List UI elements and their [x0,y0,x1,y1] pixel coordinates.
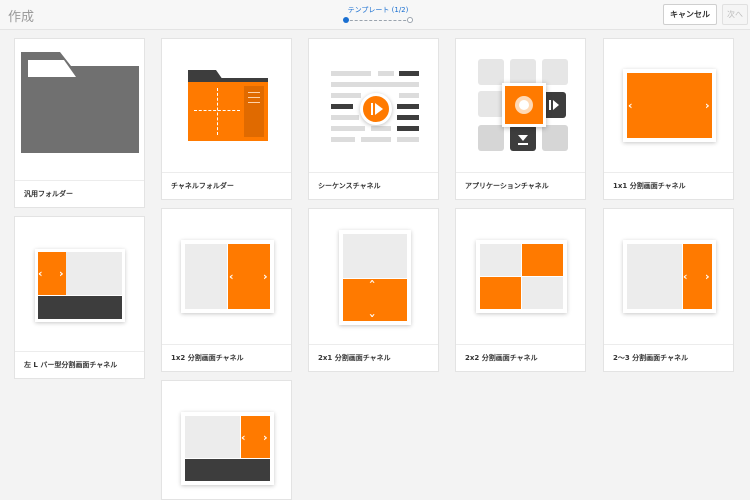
step-dot-current [343,17,349,23]
template-card-channel-folder[interactable]: チャネルフォルダー [161,38,292,200]
split-2-3-icon: ‹ › [623,240,716,313]
chevron-right-icon: › [263,431,268,444]
template-label: 1x2 分割画面チャネル [162,344,291,371]
chevron-left-icon: ‹ [628,99,633,112]
template-card-l-bar[interactable]: ‹ › 左 L バー型分割画面チャネル [14,216,145,379]
template-card-sequence[interactable]: シーケンスチャネル [308,38,439,200]
step-dot-next [407,17,413,23]
channel-folder-icon [188,70,268,141]
chevron-right-icon: › [705,270,710,283]
chevron-left-icon: ‹ [38,267,43,280]
template-card-split-2x1[interactable]: ‹ › 2x1 分割画面チャネル [308,208,439,372]
chevron-left-icon: ‹ [683,270,688,283]
template-card-split-2x2[interactable]: 2x2 分割画面チャネル [455,208,586,372]
template-card-l-bar-right[interactable]: ‹ › [161,380,292,500]
step-track [343,17,413,25]
l-bar-right-icon: ‹ › [181,412,274,485]
split-1x2-icon: ‹ › [181,240,274,313]
template-label: 1x1 分割画面チャネル [604,172,733,199]
chevron-left-icon: ‹ [241,431,246,444]
template-card-split-1x2[interactable]: ‹ › 1x2 分割画面チャネル [161,208,292,372]
play-icon [360,93,392,125]
chevron-right-icon: › [59,267,64,280]
template-card-application[interactable]: アプリケーションチャネル [455,38,586,200]
chevron-right-icon: › [705,99,710,112]
next-button[interactable]: 次へ [722,4,748,25]
chevron-right-icon: › [263,270,268,283]
step-indicator: テンプレート (1/2) [343,5,413,25]
app-record-icon [502,83,546,127]
template-label: 左 L バー型分割画面チャネル [15,351,144,378]
l-bar-icon: ‹ › [35,249,125,322]
step-label: テンプレート (1/2) [347,6,409,14]
template-label: チャネルフォルダー [162,172,291,199]
template-label: 2x1 分割画面チャネル [309,344,438,371]
template-card-split-2-3[interactable]: ‹ › 2～3 分割画面チャネル [603,208,734,372]
template-label: 2x2 分割画面チャネル [456,344,585,371]
template-card-generic-folder[interactable]: 汎用フォルダー [14,38,145,208]
app-grid-icon [478,59,568,152]
template-card-split-1x1[interactable]: ‹ › 1x1 分割画面チャネル [603,38,734,200]
step-dashes [345,20,411,21]
template-label: アプリケーションチャネル [456,172,585,199]
folder-icon [21,52,139,153]
split-2x2-icon [476,240,567,313]
cancel-button[interactable]: キャンセル [663,4,717,25]
template-label: シーケンスチャネル [309,172,438,199]
chevron-up-icon: ‹ [365,279,379,284]
template-label: 2～3 分割画面チャネル [604,344,733,371]
split-1x1-icon: ‹ › [623,69,716,142]
template-label: 汎用フォルダー [15,180,144,207]
chevron-left-icon: ‹ [229,270,234,283]
sequence-icon [331,69,421,145]
chevron-down-icon: › [365,313,379,318]
split-2x1-icon: ‹ › [339,230,411,325]
top-bar: 作成 テンプレート (1/2) キャンセル 次へ [0,0,750,30]
page-title: 作成 [8,10,35,25]
